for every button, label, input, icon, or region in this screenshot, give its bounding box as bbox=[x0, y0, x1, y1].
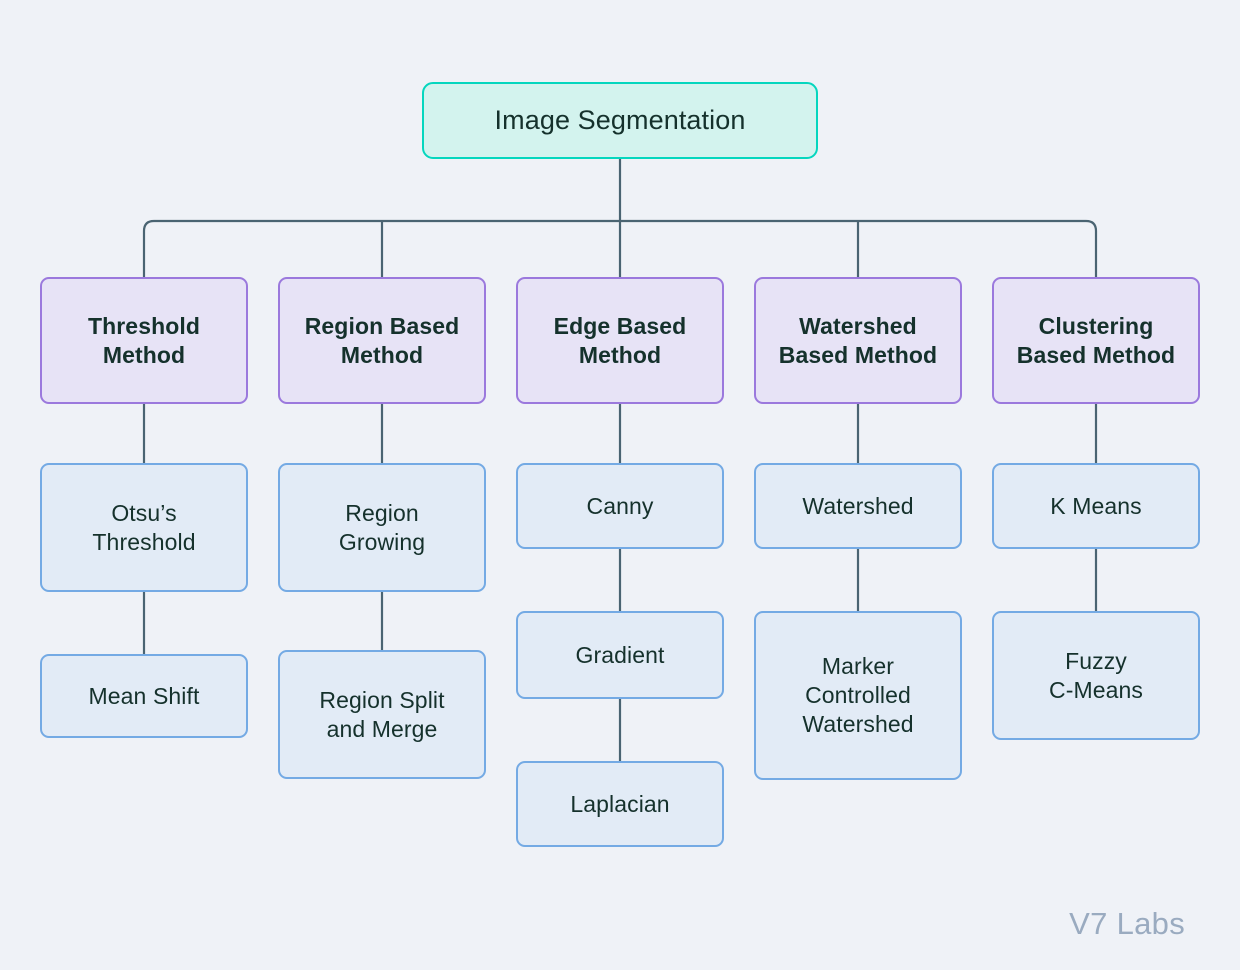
node-laplacian[interactable]: Laplacian bbox=[516, 761, 724, 847]
node-region-based-method[interactable]: Region Based Method bbox=[278, 277, 486, 404]
node-marker-controlled-watershed[interactable]: Marker Controlled Watershed bbox=[754, 611, 962, 780]
diagram-canvas: Image Segmentation Threshold Method Regi… bbox=[0, 0, 1240, 970]
node-watershed-based-method[interactable]: Watershed Based Method bbox=[754, 277, 962, 404]
node-image-segmentation[interactable]: Image Segmentation bbox=[422, 82, 818, 159]
node-region-growing[interactable]: Region Growing bbox=[278, 463, 486, 592]
node-region-split-and-merge[interactable]: Region Split and Merge bbox=[278, 650, 486, 779]
node-otsus-threshold[interactable]: Otsu’s Threshold bbox=[40, 463, 248, 592]
wire-bus bbox=[142, 219, 1098, 277]
node-mean-shift[interactable]: Mean Shift bbox=[40, 654, 248, 738]
node-watershed[interactable]: Watershed bbox=[754, 463, 962, 549]
node-clustering-based-method[interactable]: Clustering Based Method bbox=[992, 277, 1200, 404]
node-threshold-method[interactable]: Threshold Method bbox=[40, 277, 248, 404]
node-fuzzy-c-means[interactable]: Fuzzy C-Means bbox=[992, 611, 1200, 740]
node-canny[interactable]: Canny bbox=[516, 463, 724, 549]
v7-labs-watermark: V7 Labs bbox=[1069, 906, 1185, 941]
node-gradient[interactable]: Gradient bbox=[516, 611, 724, 699]
node-k-means[interactable]: K Means bbox=[992, 463, 1200, 549]
node-edge-based-method[interactable]: Edge Based Method bbox=[516, 277, 724, 404]
